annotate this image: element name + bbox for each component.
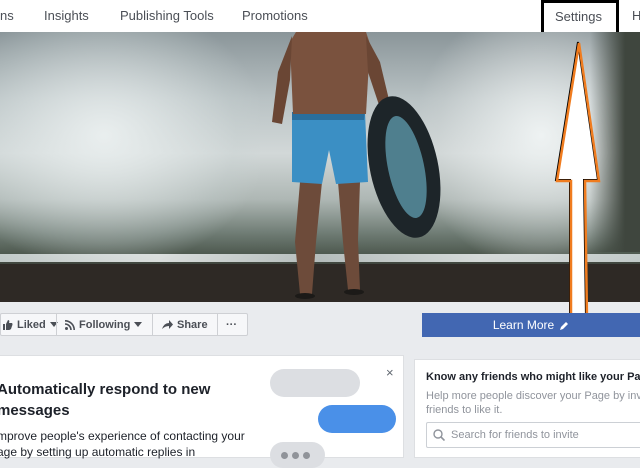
typing-indicator — [270, 442, 325, 468]
share-button[interactable]: Share — [162, 314, 208, 335]
chat-bubble-blue — [318, 405, 396, 433]
invite-friends-card: Know any friends who might like your Pag… — [414, 359, 640, 458]
page-action-bar: Liked Following Share ··· — [0, 313, 248, 336]
nav-tab-help-cut[interactable]: H — [632, 8, 640, 23]
action-divider — [56, 314, 57, 335]
learn-more-label: Learn More — [492, 318, 555, 332]
invite-friends-subtitle-line: friends to like it. — [426, 404, 503, 416]
nav-tab-settings[interactable]: Settings — [555, 9, 602, 24]
liked-label: Liked — [17, 318, 46, 331]
action-divider — [152, 314, 153, 335]
following-button[interactable]: Following — [65, 314, 143, 335]
cover-photo[interactable] — [0, 32, 640, 302]
friend-search-input[interactable]: Search for friends to invite — [426, 422, 640, 448]
nav-tab-promotions[interactable]: Promotions — [242, 8, 308, 23]
pencil-icon — [560, 321, 569, 330]
learn-more-button[interactable]: Learn More — [422, 313, 640, 337]
auto-reply-title: Automatically respond to new messages — [0, 379, 227, 421]
liked-button[interactable]: Liked — [3, 314, 58, 335]
nav-tab-insights[interactable]: Insights — [44, 8, 89, 23]
share-label: Share — [177, 318, 208, 331]
nav-tab-publishing-tools[interactable]: Publishing Tools — [120, 8, 214, 23]
close-icon[interactable]: × — [386, 365, 394, 380]
invite-friends-subtitle-line: Help more people discover your Page by i… — [426, 390, 640, 402]
auto-reply-body: mprove people's experience of contacting… — [0, 428, 257, 460]
invite-friends-title: Know any friends who might like your Pag… — [426, 371, 640, 383]
search-icon — [433, 429, 445, 441]
action-divider — [217, 314, 218, 335]
auto-reply-title-line: Automatically respond to new — [0, 381, 211, 398]
auto-reply-body-line: mprove people's experience of contacting… — [0, 429, 245, 443]
chat-bubble-grey — [270, 369, 360, 397]
friend-search-placeholder: Search for friends to invite — [451, 429, 579, 441]
rss-icon — [65, 319, 75, 330]
more-options-button[interactable]: ··· — [226, 314, 237, 335]
following-label: Following — [79, 318, 131, 331]
auto-reply-title-line: messages — [0, 402, 70, 419]
nav-tab-cut[interactable]: ns — [0, 8, 14, 23]
like-thumb-icon — [3, 319, 13, 330]
cover-figure — [272, 32, 441, 299]
chevron-down-icon — [134, 321, 143, 328]
invite-friends-subtitle: Help more people discover your Page by i… — [426, 389, 640, 417]
more-dots-icon: ··· — [226, 318, 237, 331]
settings-highlight-box[interactable]: Settings — [541, 0, 619, 36]
auto-reply-card: Automatically respond to new messages mp… — [0, 355, 404, 468]
share-arrow-icon — [162, 319, 173, 330]
